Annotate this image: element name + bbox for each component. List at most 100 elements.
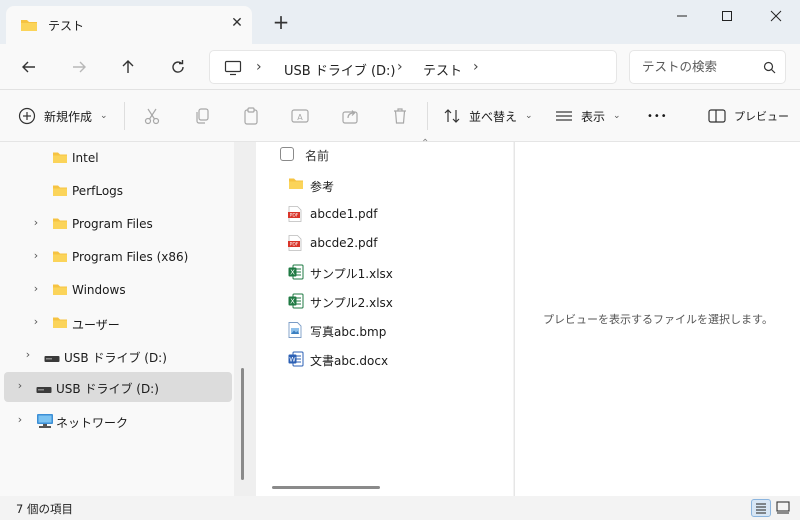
breadcrumb-drive[interactable]: USB ドライブ (D:) [284, 60, 395, 79]
svg-text:PDF: PDF [290, 213, 299, 219]
navigation-bar: › USB ドライブ (D:) › テスト › [0, 44, 800, 90]
refresh-button[interactable] [165, 54, 191, 80]
drive-icon [44, 352, 60, 366]
svg-text:PDF: PDF [290, 242, 299, 248]
file-list: ⌃ 名前 参考 PDF abcde1.pdf PDF abcde2.pdf X … [256, 138, 513, 496]
folder-icon [52, 151, 68, 167]
network-icon [36, 413, 54, 432]
nav-item-label: Windows [72, 283, 126, 297]
chevron-right-icon[interactable]: › [30, 250, 42, 262]
chevron-right-icon[interactable]: › [397, 59, 403, 75]
close-window-button[interactable] [762, 6, 790, 26]
folder-icon [288, 177, 304, 193]
file-row[interactable]: X サンプル2.xlsx [280, 289, 500, 315]
column-header-name[interactable]: 名前 [305, 147, 329, 164]
details-view-icon [756, 503, 766, 514]
sort-button[interactable]: 並べ替え ⌄ [443, 104, 533, 128]
delete-icon[interactable] [390, 106, 410, 126]
nav-item-usb-drive[interactable]: › USB ドライブ (D:) [4, 341, 232, 371]
paste-icon[interactable] [241, 106, 261, 126]
cut-icon[interactable] [142, 106, 162, 126]
file-row[interactable]: 写真abc.bmp [280, 318, 500, 344]
pane-splitter[interactable] [234, 142, 256, 496]
file-row[interactable]: PDF abcde1.pdf [280, 202, 500, 228]
file-name: 文書abc.docx [310, 354, 389, 368]
svg-text:A: A [297, 113, 303, 122]
image-icon [288, 322, 302, 341]
chevron-right-icon[interactable]: › [14, 380, 26, 392]
up-button[interactable] [115, 54, 141, 80]
chevron-right-icon[interactable]: › [22, 349, 34, 361]
copy-icon[interactable] [192, 106, 212, 126]
chevron-right-icon[interactable]: › [473, 59, 479, 75]
close-tab-icon[interactable]: ✕ [228, 14, 246, 32]
command-bar: 新規作成 ⌄ A 並べ替え ⌄ 表示 ⌄ ••• プレビュー [0, 90, 800, 142]
back-button[interactable] [16, 54, 42, 80]
share-icon[interactable] [340, 106, 360, 126]
preview-button-label: プレビュー [734, 110, 789, 123]
chevron-right-icon[interactable]: › [30, 283, 42, 295]
breadcrumb-folder[interactable]: テスト [423, 60, 462, 79]
minimize-button[interactable] [668, 6, 696, 26]
pdf-icon: PDF [288, 206, 302, 225]
chevron-right-icon[interactable]: › [30, 217, 42, 229]
file-name: abcde1.pdf [310, 207, 378, 221]
nav-item-users[interactable]: › ユーザー [4, 308, 232, 338]
details-view-button[interactable] [751, 499, 771, 517]
nav-item-program-files[interactable]: › Program Files [4, 209, 232, 239]
nav-item-network[interactable]: › ネットワーク [4, 406, 232, 436]
search-box[interactable] [629, 50, 786, 84]
chevron-right-icon[interactable]: › [14, 414, 26, 426]
file-row[interactable]: 参考 [280, 173, 500, 199]
search-input[interactable] [642, 59, 760, 74]
file-row[interactable]: PDF abcde2.pdf [280, 231, 500, 257]
tab-current[interactable]: テスト ✕ [6, 6, 252, 44]
file-list-scrollbar[interactable] [272, 486, 380, 489]
preview-pane-icon [708, 109, 726, 123]
address-bar[interactable]: › USB ドライブ (D:) › テスト › [209, 50, 617, 84]
forward-button[interactable] [66, 54, 92, 80]
new-tab-button[interactable]: + [270, 12, 292, 34]
more-options-button[interactable]: ••• [647, 104, 668, 128]
maximize-button[interactable] [713, 6, 741, 26]
sort-button-label: 並べ替え [469, 109, 518, 124]
file-row[interactable]: X サンプル1.xlsx [280, 260, 500, 286]
nav-item-usb-drive-selected[interactable]: › USB ドライブ (D:) [4, 372, 232, 402]
nav-item-label: ユーザー [72, 318, 120, 332]
item-count: 7 個の項目 [16, 502, 73, 516]
file-row[interactable]: W 文書abc.docx [280, 347, 500, 373]
new-button[interactable]: 新規作成 ⌄ [18, 104, 108, 128]
view-button[interactable]: 表示 ⌄ [555, 104, 621, 128]
svg-text:X: X [290, 298, 295, 306]
search-icon[interactable] [763, 61, 776, 77]
tiles-view-button[interactable] [774, 499, 794, 517]
folder-icon [52, 283, 68, 299]
rename-icon[interactable]: A [290, 106, 310, 126]
nav-item-intel[interactable]: Intel [4, 143, 232, 173]
folder-icon [52, 184, 68, 200]
file-name: サンプル1.xlsx [310, 267, 393, 281]
nav-item-label: Program Files (x86) [72, 250, 189, 264]
nav-item-windows[interactable]: › Windows [4, 275, 232, 305]
nav-item-label: Intel [72, 151, 99, 165]
divider [124, 102, 125, 130]
sort-icon [444, 109, 460, 123]
chevron-right-icon[interactable]: › [30, 316, 42, 328]
drive-icon [36, 383, 52, 397]
tab-title: テスト [48, 19, 85, 33]
svg-text:W: W [289, 356, 296, 364]
file-name: abcde2.pdf [310, 236, 378, 250]
view-button-label: 表示 [581, 109, 606, 124]
nav-item-program-files-x86[interactable]: › Program Files (x86) [4, 242, 232, 272]
status-bar: 7 個の項目 [0, 496, 800, 520]
navigation-pane-scrollbar[interactable] [241, 368, 244, 480]
nav-item-perflogs[interactable]: PerfLogs [4, 176, 232, 206]
preview-pane-button[interactable]: プレビュー [708, 104, 789, 128]
computer-icon[interactable] [224, 60, 242, 79]
folder-icon [52, 250, 68, 266]
chevron-down-icon: ⌄ [613, 111, 621, 121]
nav-item-label: USB ドライブ (D:) [64, 351, 167, 365]
word-icon: W [288, 351, 304, 370]
select-all-checkbox[interactable] [280, 147, 294, 161]
chevron-right-icon[interactable]: › [256, 59, 262, 75]
